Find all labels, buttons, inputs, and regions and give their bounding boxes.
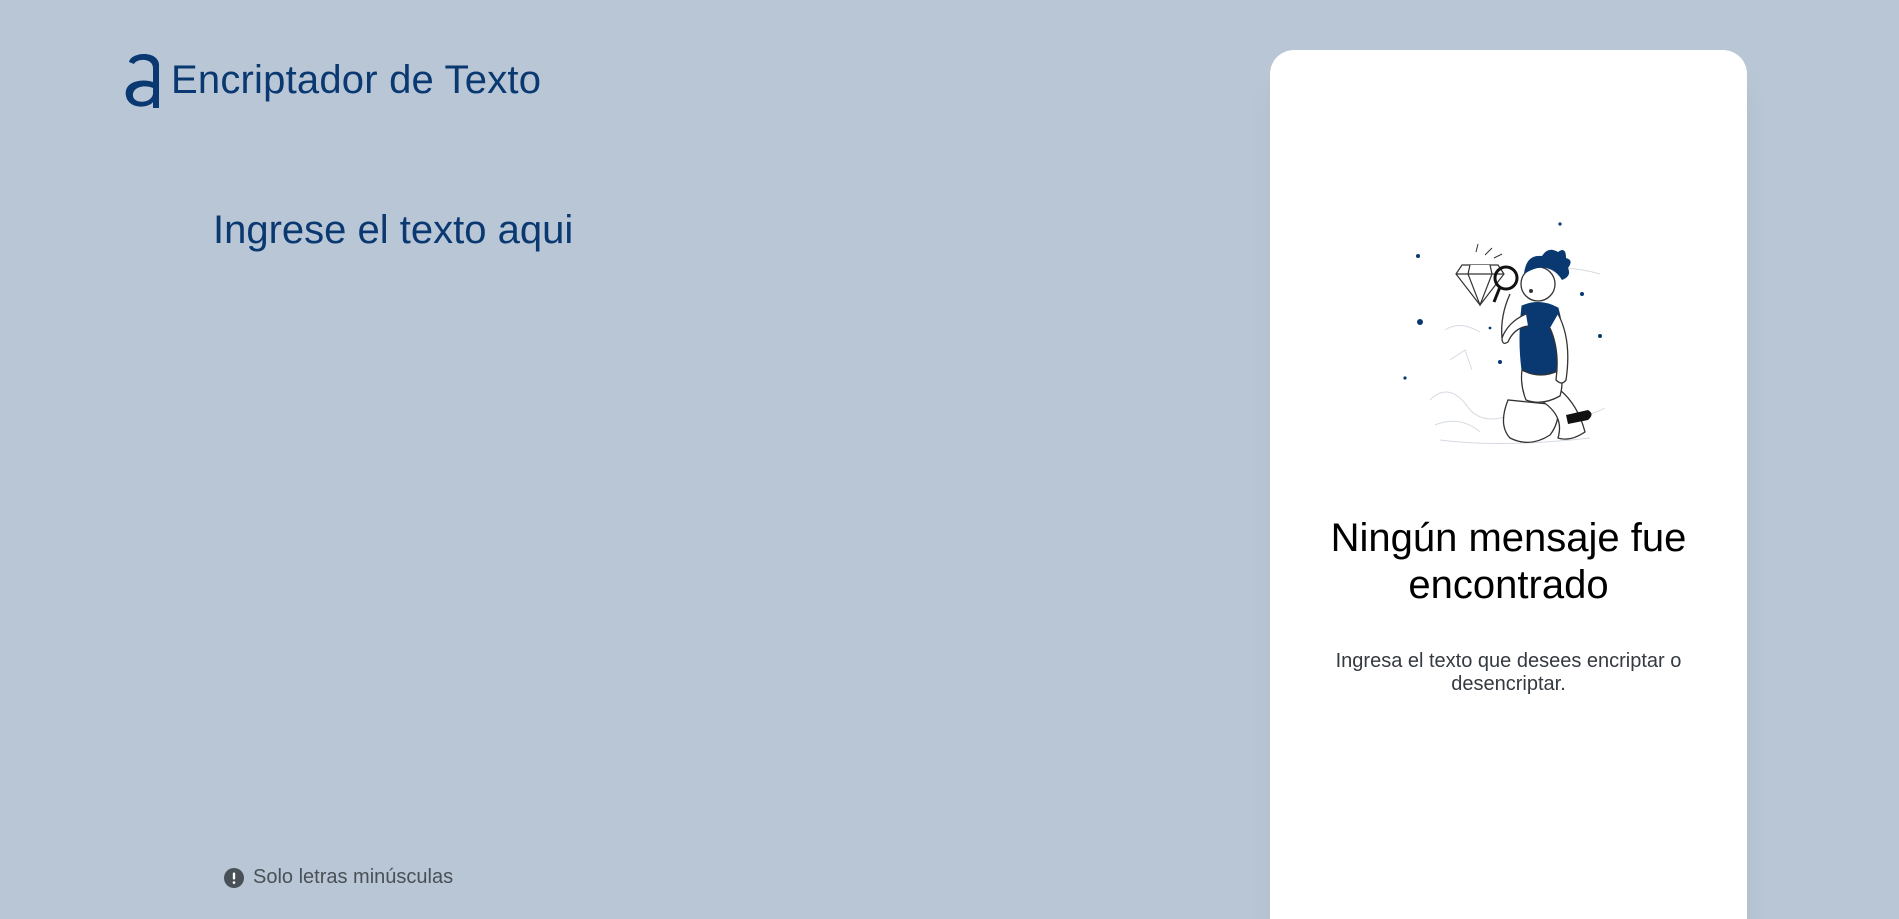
app-title: Encriptador de Texto [171,57,542,102]
message-input[interactable] [213,208,1193,808]
exclamation-circle-icon [224,867,244,888]
empty-state-title: Ningún mensaje fue encontrado [1330,516,1687,607]
lowercase-hint: Solo letras minúsculas [224,866,453,889]
alura-logo-icon [125,54,159,108]
output-panel: Ningún mensaje fue encontrado Ingresa el… [1270,50,1747,919]
brand-header: Encriptador de Texto [123,50,541,110]
app-page: Encriptador de Texto Solo letras minúscu… [0,0,1899,919]
person-with-magnifier-illustration [1403,222,1606,445]
empty-state-subtitle: Ingresa el texto que desees encriptar o … [1335,650,1682,695]
hint-text: Solo letras minúsculas [253,866,454,888]
